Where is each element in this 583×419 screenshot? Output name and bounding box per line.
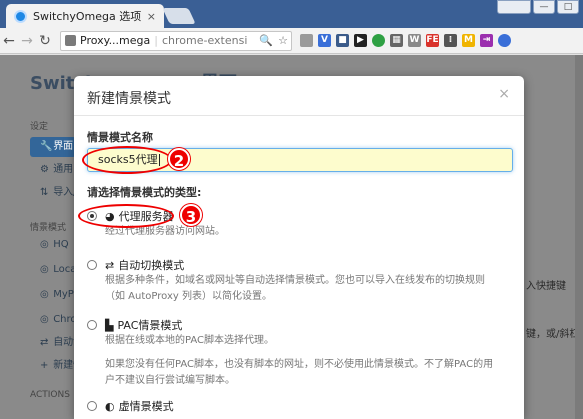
option-label: 自动切换模式 xyxy=(118,259,185,272)
sidebar-item-hq[interactable]: ◎ HQ xyxy=(30,235,76,255)
option-help: 根据在线或本地的PAC脚本选择代理。 xyxy=(105,335,275,346)
address-url: chrome-extensi xyxy=(161,34,248,47)
profiles-heading: 情景模式 xyxy=(30,223,67,233)
fe-ext-icon[interactable]: FE xyxy=(426,34,439,47)
radio-switch-profile[interactable] xyxy=(87,260,97,270)
puzzle-grey-icon[interactable] xyxy=(300,34,313,47)
option-help: （如 AutoProxy 列表）以简化设置。 xyxy=(105,291,272,302)
forward-arrow-icon[interactable]: → xyxy=(18,33,36,49)
sidebar-item-label: 自动切换 xyxy=(53,337,76,348)
reload-icon[interactable]: ↻ xyxy=(36,33,54,49)
globe-icon: ◎ xyxy=(40,314,49,325)
address-bar[interactable]: Proxy...mega | chrome-extensi 🔍 ☆ xyxy=(60,30,292,51)
dialog-title: 新建情景模式 xyxy=(87,91,171,107)
globe-icon: ◎ xyxy=(40,239,49,250)
extension-icons: V ■ ▶ ▦ W FE ⁞ M ⇥ xyxy=(300,34,511,47)
sidebar-item-label: MyProxy xyxy=(53,289,76,300)
tab-switchyomega[interactable]: SwitchyOmega 选项 × xyxy=(6,4,164,28)
address-separator: | xyxy=(154,34,158,47)
bookmark-ext-icon[interactable]: ⁞ xyxy=(444,34,457,47)
annotation-badge-3: 3 xyxy=(180,204,202,226)
m-ext-icon[interactable]: M xyxy=(462,34,475,47)
plus-icon: + xyxy=(40,360,49,371)
tab-close-icon[interactable]: × xyxy=(147,10,156,23)
globe-icon: ◎ xyxy=(40,264,49,275)
sidebar-item-myproxy[interactable]: ◎ MyProxy xyxy=(30,285,76,305)
profile-button[interactable] xyxy=(497,0,531,14)
star-icon[interactable]: ☆ xyxy=(278,34,288,47)
option-pac-profile[interactable]: ▙ PAC情景模式 根据在线或本地的PAC脚本选择代理。 如果您没有任何PAC脚… xyxy=(87,317,517,389)
zoom-icon[interactable]: 🔍 xyxy=(259,34,273,47)
option-help-spacer xyxy=(105,349,517,357)
sidebar-item-new-profile[interactable]: + 新建情景模式 xyxy=(30,356,76,376)
dialog-close-button[interactable]: × xyxy=(498,86,510,102)
readlater-icon[interactable]: ■ xyxy=(336,34,349,47)
omega-ext-icon[interactable] xyxy=(498,34,511,47)
sidebar-item-label: 通用 xyxy=(53,164,74,175)
sidebar-item-label: 新建情景模式 xyxy=(53,360,76,371)
address-extension-name: Proxy...mega xyxy=(80,34,151,47)
file-icon: ▙ xyxy=(105,318,114,332)
green-circle-icon[interactable] xyxy=(372,34,385,47)
sidebar-item-auto-switch[interactable]: ⇄ 自动切换 xyxy=(30,333,76,353)
virtual-profile-icon: ◐ xyxy=(105,399,115,413)
background-slash-text: 键，或/斜杠 xyxy=(526,329,580,340)
annotation-badge-2: 2 xyxy=(168,148,190,170)
maximize-button[interactable]: □ xyxy=(557,0,579,14)
dialog-header: 新建情景模式 × xyxy=(74,76,524,116)
extension-puzzle-icon xyxy=(65,35,76,46)
profile-type-label: 请选择情景模式的类型: xyxy=(87,186,202,199)
switch-icon: ⇄ xyxy=(40,337,49,348)
sidebar-item-interface[interactable]: 🔧 界面 xyxy=(30,137,76,157)
import-export-icon: ⇅ xyxy=(40,187,49,198)
sidebar-item-general[interactable]: ⚙ 通用 xyxy=(30,160,76,180)
wrench-icon: 🔧 xyxy=(40,141,53,152)
radio-virtual-profile[interactable] xyxy=(87,401,97,411)
option-help: 如果您没有任何PAC脚本，也没有脚本的网址，则不必使用此情景模式。不了解PAC的… xyxy=(105,359,494,370)
annotation-ellipse-name xyxy=(82,146,172,174)
option-label: 虚情景模式 xyxy=(118,400,174,413)
page-scrollbar[interactable] xyxy=(575,55,583,419)
sidebar-item-label: 导入/导出 xyxy=(53,187,76,198)
sidebar-item-local[interactable]: ◎ Local xyxy=(30,260,76,280)
back-arrow-icon[interactable]: ← xyxy=(0,33,18,49)
tab-title: SwitchyOmega 选项 xyxy=(33,10,142,23)
window-controls: — □ xyxy=(497,0,579,14)
new-tab-button[interactable] xyxy=(162,8,196,24)
option-label: PAC情景模式 xyxy=(117,319,183,332)
option-help: 根据多种条件，如域名或网址等自动选择情景模式。您也可以导入在线发布的切换规则 xyxy=(105,275,485,286)
vpn-v-icon[interactable]: V xyxy=(318,34,331,47)
grid-ext-icon[interactable]: ▦ xyxy=(390,34,403,47)
sidebar-item-label: Chrome xyxy=(53,314,76,325)
switchyomega-favicon-icon xyxy=(14,9,27,23)
black-ext-icon[interactable]: ▶ xyxy=(354,34,367,47)
background-shortcut-text: 入快捷键 xyxy=(526,281,566,292)
globe-icon: ◎ xyxy=(40,289,49,300)
w-ext-icon[interactable]: W xyxy=(408,34,421,47)
sidebar-item-label: HQ xyxy=(53,239,69,250)
arrow-ext-icon[interactable]: ⇥ xyxy=(480,34,493,47)
sidebar-item-label: Local xyxy=(53,264,76,275)
tab-strip: SwitchyOmega 选项 × — □ xyxy=(0,0,583,28)
gear-icon: ⚙ xyxy=(40,164,49,175)
switch-icon: ⇄ xyxy=(105,258,115,272)
settings-heading: 设定 xyxy=(30,122,49,132)
sidebar-item-chrome[interactable]: ◎ Chrome xyxy=(30,310,76,330)
radio-pac-profile[interactable] xyxy=(87,320,97,330)
actions-heading: ACTIONS xyxy=(30,390,70,400)
profile-name-label: 情景模式名称 xyxy=(87,131,153,144)
option-help: 经过代理服务器访问网站。 xyxy=(105,226,225,237)
sidebar-item-label: 界面 xyxy=(53,141,74,152)
address-icons: 🔍 ☆ xyxy=(256,33,288,47)
minimize-button[interactable]: — xyxy=(533,0,555,14)
option-help: 户不建议自行尝试编写脚本。 xyxy=(105,375,235,386)
option-virtual-profile[interactable]: ◐ 虚情景模式 xyxy=(87,398,517,414)
new-profile-dialog: 新建情景模式 × 情景模式名称 socks5代理 2 请选择情景模式的类型: ◕… xyxy=(74,76,524,419)
sidebar-item-import-export[interactable]: ⇅ 导入/导出 xyxy=(30,183,76,203)
annotation-ellipse-proxy xyxy=(78,204,174,228)
browser-toolbar: ← → ↻ Proxy...mega | chrome-extensi 🔍 ☆ … xyxy=(0,28,583,54)
option-switch-profile[interactable]: ⇄ 自动切换模式 根据多种条件，如域名或网址等自动选择情景模式。您也可以导入在线… xyxy=(87,257,517,305)
